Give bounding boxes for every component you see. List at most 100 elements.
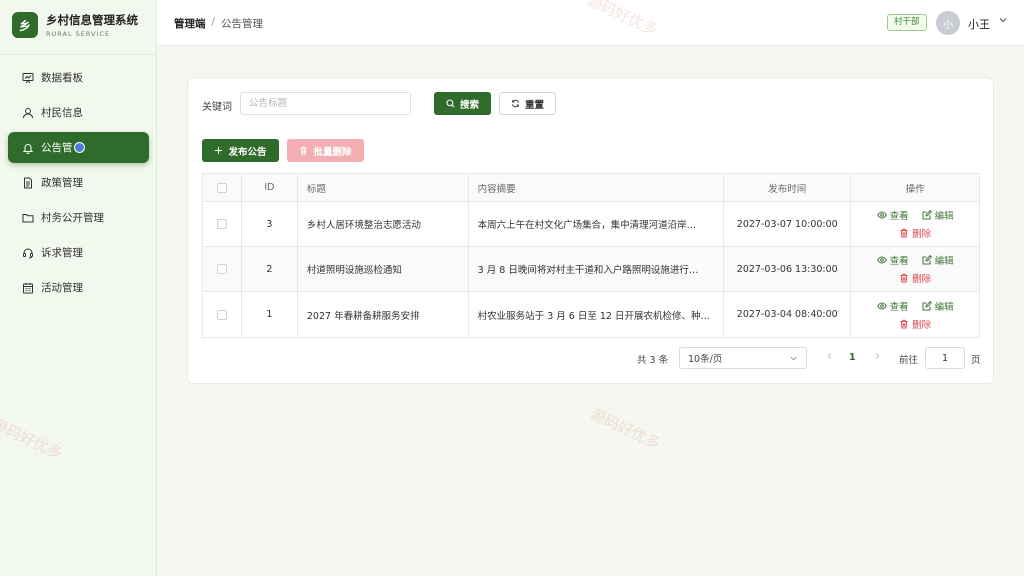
sidebar: 乡 乡村信息管理系统 RURAL SERVICE 数据看板 村民信息 公告管 政… bbox=[0, 0, 157, 576]
view-button[interactable]: 查看 bbox=[876, 208, 909, 222]
top-header: 管理端 / 公告管理 村干部 小 小王 bbox=[157, 0, 1024, 46]
eye-icon bbox=[876, 210, 887, 220]
sidebar-item-dashboard[interactable]: 数据看板 bbox=[8, 62, 149, 93]
search-button[interactable]: 搜索 bbox=[434, 92, 491, 115]
header-ops: 操作 bbox=[905, 183, 925, 195]
breadcrumb-root[interactable]: 管理端 bbox=[174, 16, 206, 31]
cursor-indicator-icon bbox=[73, 142, 85, 153]
sidebar-item-label: 诉求管理 bbox=[41, 247, 83, 259]
view-button[interactable]: 查看 bbox=[876, 253, 909, 267]
cell-ops: 查看 编辑 删除 bbox=[851, 292, 979, 337]
chevron-down-icon[interactable] bbox=[998, 15, 1008, 25]
cell-title: 乡村人居环境整治志愿活动 bbox=[298, 202, 469, 246]
row-checkbox-cell bbox=[203, 202, 242, 246]
delete-button[interactable]: 删除 bbox=[899, 271, 931, 285]
sidebar-item-label: 公告管 bbox=[41, 142, 73, 154]
edit-label: 编辑 bbox=[934, 301, 954, 313]
sidebar-item-villagers[interactable]: 村民信息 bbox=[8, 97, 149, 128]
watermark: 源码好优多 bbox=[587, 404, 664, 453]
pagination: 共 3 条 10条/页 1 前往 页 bbox=[188, 346, 995, 370]
trash-icon bbox=[899, 273, 909, 283]
edit-button[interactable]: 编辑 bbox=[922, 253, 954, 267]
cell-title: 村道照明设施巡检通知 bbox=[298, 247, 469, 291]
select-all-checkbox[interactable] bbox=[216, 182, 227, 193]
pagination-total: 共 3 条 bbox=[637, 355, 669, 366]
delete-label: 删除 bbox=[912, 319, 932, 331]
edit-icon bbox=[922, 255, 932, 265]
header-checkbox-cell bbox=[203, 174, 242, 201]
cell-time: 2027-03-06 13:30:00 bbox=[724, 247, 852, 291]
edit-label: 编辑 bbox=[934, 256, 954, 267]
prev-page-button[interactable] bbox=[825, 351, 834, 364]
page-size-select[interactable]: 10条/页 bbox=[679, 347, 807, 369]
announcement-table: ID 标题 内容摘要 发布时间 操作 3 乡村人居环境整治志愿活动 本周六上午在… bbox=[202, 173, 980, 338]
breadcrumb: 管理端 / 公告管理 bbox=[174, 16, 263, 31]
header-time: 发布时间 bbox=[724, 174, 852, 201]
keyword-input[interactable] bbox=[240, 92, 411, 115]
batch-delete-label: 批量删除 bbox=[313, 146, 352, 158]
trash-icon bbox=[899, 228, 909, 238]
cell-time: 2027-03-04 08:40:00 bbox=[724, 292, 852, 337]
user-icon bbox=[22, 107, 34, 119]
cell-time: 2027-03-07 10:00:00 bbox=[724, 202, 852, 246]
cell-summary: 3 月 8 日晚间将对村主干道和入户路照明设施进行… bbox=[469, 247, 725, 291]
goto-page-input[interactable] bbox=[925, 347, 965, 369]
document-icon bbox=[22, 177, 34, 189]
table-row: 2 村道照明设施巡检通知 3 月 8 日晚间将对村主干道和入户路照明设施进行… … bbox=[203, 247, 979, 292]
cell-ops: 查看 编辑 删除 bbox=[851, 247, 979, 291]
sidebar-item-label: 政策管理 bbox=[41, 177, 83, 189]
delete-button[interactable]: 删除 bbox=[899, 317, 931, 331]
dashboard-icon bbox=[22, 72, 34, 84]
edit-button[interactable]: 编辑 bbox=[922, 299, 954, 313]
publish-announcement-button[interactable]: 发布公告 bbox=[202, 139, 279, 162]
brand-logo: 乡 bbox=[12, 12, 38, 38]
edit-icon bbox=[922, 300, 932, 311]
page-size-value: 10条/页 bbox=[688, 354, 723, 365]
refresh-icon bbox=[511, 99, 520, 108]
next-page-button[interactable] bbox=[873, 351, 882, 364]
calendar-icon bbox=[22, 282, 34, 294]
header-summary: 内容摘要 bbox=[469, 174, 725, 201]
sidebar-item-announcements[interactable]: 公告管 bbox=[8, 132, 149, 163]
sidebar-item-public-affairs[interactable]: 村务公开管理 bbox=[8, 202, 149, 233]
breadcrumb-separator: / bbox=[211, 16, 216, 28]
delete-button[interactable]: 删除 bbox=[899, 226, 931, 240]
row-checkbox-cell bbox=[203, 292, 242, 337]
sidebar-item-appeals[interactable]: 诉求管理 bbox=[8, 237, 149, 268]
eye-icon bbox=[876, 255, 887, 265]
plus-icon bbox=[214, 146, 223, 155]
sidebar-item-label: 村民信息 bbox=[41, 107, 83, 119]
username[interactable]: 小王 bbox=[968, 16, 990, 32]
page-number-current[interactable]: 1 bbox=[849, 352, 856, 363]
cell-summary: 村农业服务站于 3 月 6 日至 12 日开展农机检修、种… bbox=[469, 292, 725, 337]
sidebar-item-label: 村务公开管理 bbox=[41, 212, 104, 224]
bell-icon bbox=[22, 142, 34, 154]
sidebar-divider bbox=[0, 54, 156, 55]
breadcrumb-current: 公告管理 bbox=[221, 18, 264, 30]
row-checkbox[interactable] bbox=[216, 309, 227, 320]
table-row: 1 2027 年春耕备耕服务安排 村农业服务站于 3 月 6 日至 12 日开展… bbox=[203, 292, 979, 337]
chevron-left-icon bbox=[827, 352, 832, 360]
view-label: 查看 bbox=[889, 301, 909, 313]
avatar[interactable]: 小 bbox=[936, 11, 960, 35]
sidebar-item-activities[interactable]: 活动管理 bbox=[8, 272, 149, 303]
reset-button[interactable]: 重置 bbox=[499, 92, 556, 115]
sidebar-item-label: 活动管理 bbox=[41, 282, 83, 294]
delete-label: 删除 bbox=[912, 274, 932, 285]
edit-label: 编辑 bbox=[934, 211, 954, 222]
header-title: 标题 bbox=[298, 174, 469, 201]
trash-icon bbox=[899, 319, 909, 329]
publish-button-label: 发布公告 bbox=[228, 146, 267, 158]
cell-id: 2 bbox=[242, 247, 298, 291]
cell-ops: 查看 编辑 删除 bbox=[851, 202, 979, 246]
edit-button[interactable]: 编辑 bbox=[922, 208, 954, 222]
sidebar-item-policy[interactable]: 政策管理 bbox=[8, 167, 149, 198]
view-button[interactable]: 查看 bbox=[876, 299, 909, 313]
batch-delete-button[interactable]: 批量删除 bbox=[287, 139, 364, 162]
sidebar-item-label: 数据看板 bbox=[41, 72, 83, 84]
brand[interactable]: 乡 乡村信息管理系统 RURAL SERVICE bbox=[12, 12, 138, 38]
announcement-card: 关键词 搜索 重置 发布公告 批量删除 ID 标题 内容摘要 发布时间 操作 bbox=[187, 77, 994, 384]
row-checkbox[interactable] bbox=[216, 219, 227, 229]
row-checkbox[interactable] bbox=[216, 264, 227, 274]
cell-id: 3 bbox=[242, 202, 298, 246]
